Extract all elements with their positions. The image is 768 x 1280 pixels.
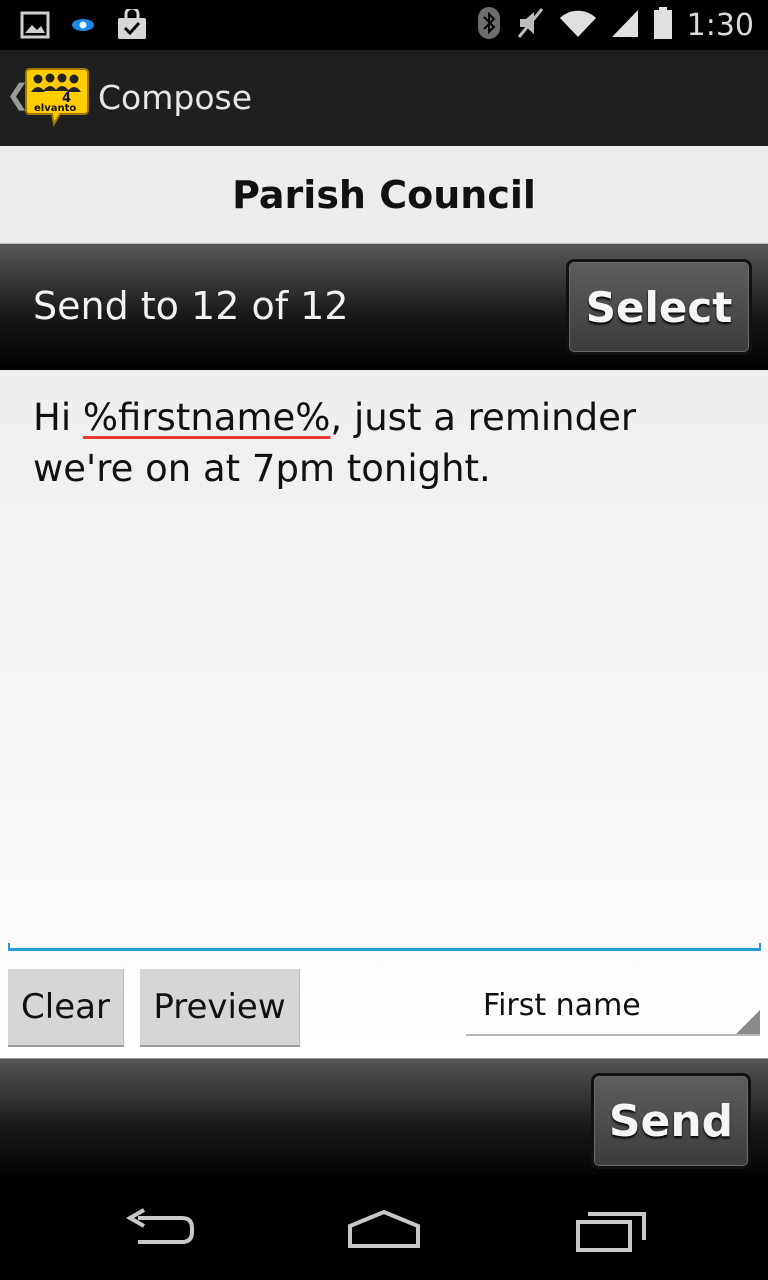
bag-check-icon [116,6,148,46]
eye-icon [70,16,96,39]
placeholder-token: %firstname% [82,396,331,439]
dropdown-arrow-icon [736,1010,760,1034]
clock: 1:30 [686,8,754,43]
group-title: Parish Council [232,172,536,217]
navigation-bar [0,1180,768,1280]
compose-area: Hi %firstname%, just a reminder we're on… [0,370,768,1058]
message-input[interactable]: Hi %firstname%, just a reminder we're on… [33,392,733,494]
preview-button[interactable]: Preview [140,969,300,1047]
mute-icon [515,6,545,45]
select-recipients-button[interactable]: Select [566,259,752,355]
input-underline [8,943,761,951]
home-icon[interactable] [346,1208,422,1255]
logo-text: elvanto [34,103,76,114]
status-bar: 1:30 [0,0,768,50]
page-title: Compose [98,78,253,117]
clear-button[interactable]: Clear [8,969,124,1047]
app-logo: 4 elvanto [24,66,90,128]
message-text-start: Hi [33,396,83,439]
signal-icon [611,8,639,43]
bluetooth-icon [477,6,501,45]
merge-field-selected: First name [483,988,641,1023]
wifi-icon [559,8,597,43]
send-button[interactable]: Send [591,1073,751,1169]
merge-field-dropdown[interactable]: First name [466,976,760,1036]
back-icon[interactable] [124,1208,196,1253]
recipient-count: Send to 12 of 12 [33,284,349,328]
action-bar: ❮ 4 elvanto Compose [0,50,768,146]
recipients-bar: Send to 12 of 12 Select [0,244,768,370]
image-icon [20,11,50,44]
battery-icon [653,6,673,45]
group-header: Parish Council [0,146,768,244]
recent-apps-icon[interactable] [574,1208,648,1259]
send-bar: Send [0,1058,768,1180]
